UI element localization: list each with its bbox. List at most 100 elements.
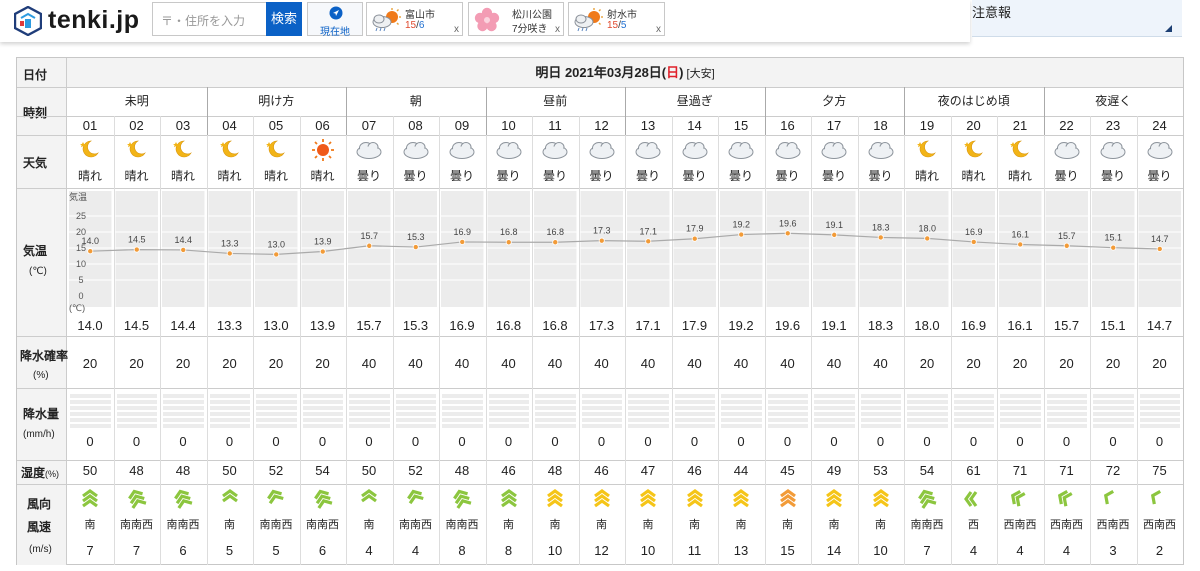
wind-direction-text: 西南西 — [1096, 519, 1130, 531]
cloud-icon — [718, 138, 765, 165]
precip-value: 0 — [318, 434, 327, 449]
wind-direction-text: 南南西 — [445, 519, 479, 531]
precip-bar-bg — [1093, 418, 1134, 422]
precip-bar-bg — [628, 412, 669, 416]
precip-bar-bg — [860, 418, 901, 422]
chart-column-band — [859, 191, 902, 307]
humidity-value: 54 — [919, 463, 935, 478]
precip-prob-value: 40 — [640, 356, 656, 371]
hour-label: 13 — [640, 118, 656, 133]
temperature-value: 13.0 — [263, 318, 289, 333]
hour-label: 20 — [966, 118, 981, 133]
humidity-value: 50 — [82, 463, 98, 478]
current-location-button[interactable]: 現在地 — [307, 2, 363, 38]
precip-prob-value: 20 — [268, 356, 284, 371]
precip-value: 0 — [923, 434, 931, 449]
precip-bar-bg — [860, 400, 901, 404]
wind-arrow-icon — [811, 488, 858, 510]
precip-bar-bg — [628, 418, 669, 422]
precip-bar-bg — [767, 412, 808, 416]
wind-speed-value: 14 — [826, 543, 842, 558]
humidity-value: 46 — [594, 463, 609, 478]
wind-arrow-icon — [625, 488, 672, 510]
card-close-button[interactable]: x — [656, 24, 661, 35]
precip-bar-bg — [907, 412, 948, 416]
temperature-value: 14.5 — [123, 318, 150, 333]
card-close-button[interactable]: x — [555, 24, 560, 35]
temperature-point-label: 18.3 — [872, 222, 890, 232]
temperature-point-label: 15.7 — [1058, 231, 1076, 241]
precip-bar-bg — [488, 424, 529, 428]
recent-location-card[interactable]: 射水市 15/5 x — [568, 2, 665, 36]
warning-notice-panel[interactable]: 注意報 — [972, 0, 1182, 37]
temperature-point-label: 15.7 — [360, 231, 378, 241]
recent-location-card[interactable]: 松川公園 7分咲き x — [468, 2, 564, 36]
wind-direction-text: 南南西 — [910, 519, 944, 531]
humidity-value: 52 — [408, 463, 423, 478]
address-search-input[interactable]: 〒・住所を入力 — [152, 2, 266, 36]
precip-bar-bg — [860, 406, 901, 410]
weather-text: 晴れ — [1007, 169, 1032, 183]
search-button[interactable]: 検索 — [266, 2, 302, 36]
precip-bar-bg — [488, 406, 529, 410]
precip-bar-bg — [535, 400, 576, 404]
precip-value: 0 — [551, 434, 559, 449]
temperature-value: 15.7 — [356, 318, 382, 333]
precip-bar-bg — [395, 394, 436, 398]
current-location-label: 現在地 — [320, 27, 350, 38]
precip-bar-bg — [814, 400, 855, 404]
wind-speed-value: 5 — [225, 543, 234, 558]
precip-value: 0 — [1109, 434, 1117, 449]
wind-arrow-icon — [579, 488, 626, 510]
hour-label: 04 — [222, 118, 237, 133]
period-label: 昼過ぎ — [676, 94, 713, 108]
precip-bar-bg — [70, 406, 111, 410]
precip-bar-bg — [581, 406, 622, 410]
humidity-value: 52 — [268, 463, 284, 478]
wind-arrow-icon — [532, 488, 579, 510]
chart-axis-tick: 5 — [78, 275, 83, 285]
wind-arrow-icon — [858, 488, 905, 510]
temperature-value: 13.9 — [309, 318, 336, 333]
precip-bar-bg — [767, 418, 808, 422]
precip-bar-bg — [395, 418, 436, 422]
weather-text: 曇り — [449, 169, 474, 183]
precip-bar-bg — [70, 394, 111, 398]
precip-bar-bg — [302, 412, 343, 416]
card-close-button[interactable]: x — [454, 24, 459, 35]
wind-arrow-icon — [486, 488, 533, 510]
chart-axis-unit: (℃) — [69, 303, 85, 313]
hour-label: 06 — [315, 118, 330, 133]
temperature-point — [366, 242, 373, 249]
temperature-point-label: 17.3 — [593, 226, 611, 236]
precip-bar-bg — [674, 394, 715, 398]
precip-bar-bg — [1046, 406, 1087, 410]
temperature-point-label: 13.0 — [267, 239, 285, 249]
wind-speed-value: 4 — [1016, 543, 1024, 558]
cloud-icon — [579, 138, 626, 165]
chart-column-band — [673, 191, 716, 307]
period-label: 未明 — [124, 94, 149, 108]
weather-text: 曇り — [589, 169, 614, 183]
precip-bar-bg — [163, 424, 204, 428]
temperature-point — [1063, 242, 1070, 249]
precip-bar-bg — [767, 406, 808, 410]
precip-prob-value: 20 — [1105, 356, 1121, 371]
site-logo-text[interactable]: tenki.jp — [48, 6, 140, 35]
precip-prob-value: 40 — [687, 356, 702, 371]
precip-prob-value: 40 — [501, 356, 516, 371]
precip-bar-bg — [395, 424, 436, 428]
tenki-logo-icon[interactable] — [14, 6, 42, 36]
precip-bar-bg — [860, 424, 901, 428]
wind-speed-value: 10 — [640, 543, 656, 558]
recent-location-card[interactable]: 富山市 15/6 x — [366, 2, 463, 36]
wind-direction-text: 西南西 — [1050, 519, 1083, 531]
temperature-value: 17.3 — [588, 318, 615, 333]
precip-value: 0 — [1062, 434, 1071, 449]
precip-prob-value: 40 — [826, 356, 842, 371]
precip-bar-bg — [1000, 394, 1041, 398]
temperature-value: 13.3 — [216, 318, 243, 333]
wind-speed-value: 12 — [594, 543, 609, 558]
temperature-point-label: 13.3 — [221, 238, 239, 248]
time-label: 時刻 — [23, 106, 48, 120]
